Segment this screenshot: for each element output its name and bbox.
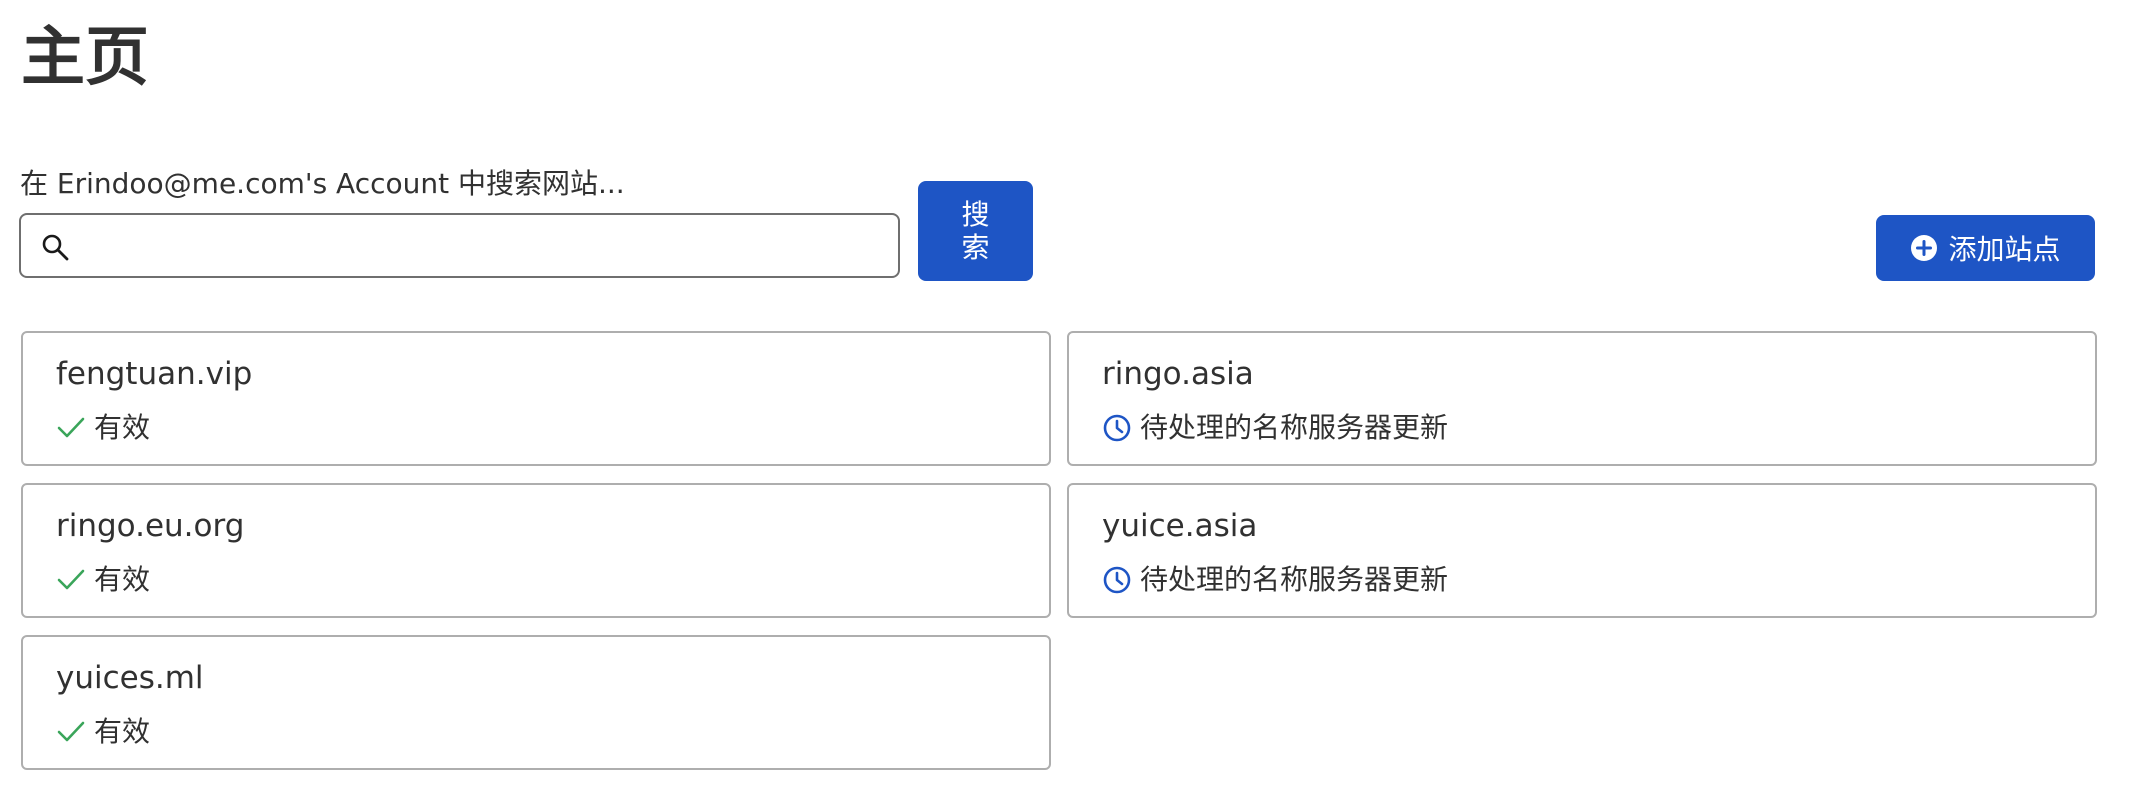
search-button[interactable]: 搜索 bbox=[918, 181, 1033, 281]
site-status-label: 有效 bbox=[94, 715, 151, 748]
site-card-yuices-ml[interactable]: yuices.ml 有效 bbox=[21, 635, 1051, 770]
site-card-ringo-asia[interactable]: ringo.asia 待处理的名称服务器更新 bbox=[1067, 331, 2097, 466]
check-icon bbox=[57, 417, 85, 438]
site-name: yuices.ml bbox=[56, 660, 204, 696]
site-status: 待处理的名称服务器更新 bbox=[1102, 408, 1448, 448]
check-icon bbox=[57, 721, 85, 742]
search-input[interactable] bbox=[85, 221, 879, 271]
site-card-fengtuan-vip[interactable]: fengtuan.vip 有效 bbox=[21, 331, 1051, 466]
site-name: fengtuan.vip bbox=[56, 356, 253, 392]
search-icon bbox=[42, 234, 69, 261]
site-name: ringo.asia bbox=[1102, 356, 1254, 392]
site-name: yuice.asia bbox=[1102, 508, 1258, 544]
add-site-button[interactable]: 添加站点 bbox=[1876, 215, 2095, 281]
site-status: 待处理的名称服务器更新 bbox=[1102, 560, 1448, 600]
add-site-label: 添加站点 bbox=[1948, 233, 2061, 266]
site-status-label: 有效 bbox=[94, 411, 151, 444]
site-card-yuice-asia[interactable]: yuice.asia 待处理的名称服务器更新 bbox=[1067, 483, 2097, 618]
page: 主页 在 Erindoo@me.com's Account 中搜索网站... 搜… bbox=[0, 0, 2136, 786]
search-label: 在 Erindoo@me.com's Account 中搜索网站... bbox=[20, 167, 625, 200]
plus-circle-icon bbox=[1911, 235, 1938, 261]
site-status-label: 有效 bbox=[94, 563, 151, 596]
site-status: 有效 bbox=[56, 712, 150, 752]
page-title: 主页 bbox=[21, 21, 149, 95]
site-card-ringo-eu-org[interactable]: ringo.eu.org 有效 bbox=[21, 483, 1051, 618]
site-status-label: 待处理的名称服务器更新 bbox=[1140, 411, 1449, 444]
clock-icon bbox=[1103, 414, 1131, 442]
clock-icon bbox=[1103, 566, 1131, 594]
search-box[interactable] bbox=[19, 213, 900, 278]
site-status-label: 待处理的名称服务器更新 bbox=[1140, 563, 1449, 596]
site-status: 有效 bbox=[56, 560, 150, 600]
site-name: ringo.eu.org bbox=[56, 508, 245, 544]
check-icon bbox=[57, 569, 85, 590]
site-status: 有效 bbox=[56, 408, 150, 448]
